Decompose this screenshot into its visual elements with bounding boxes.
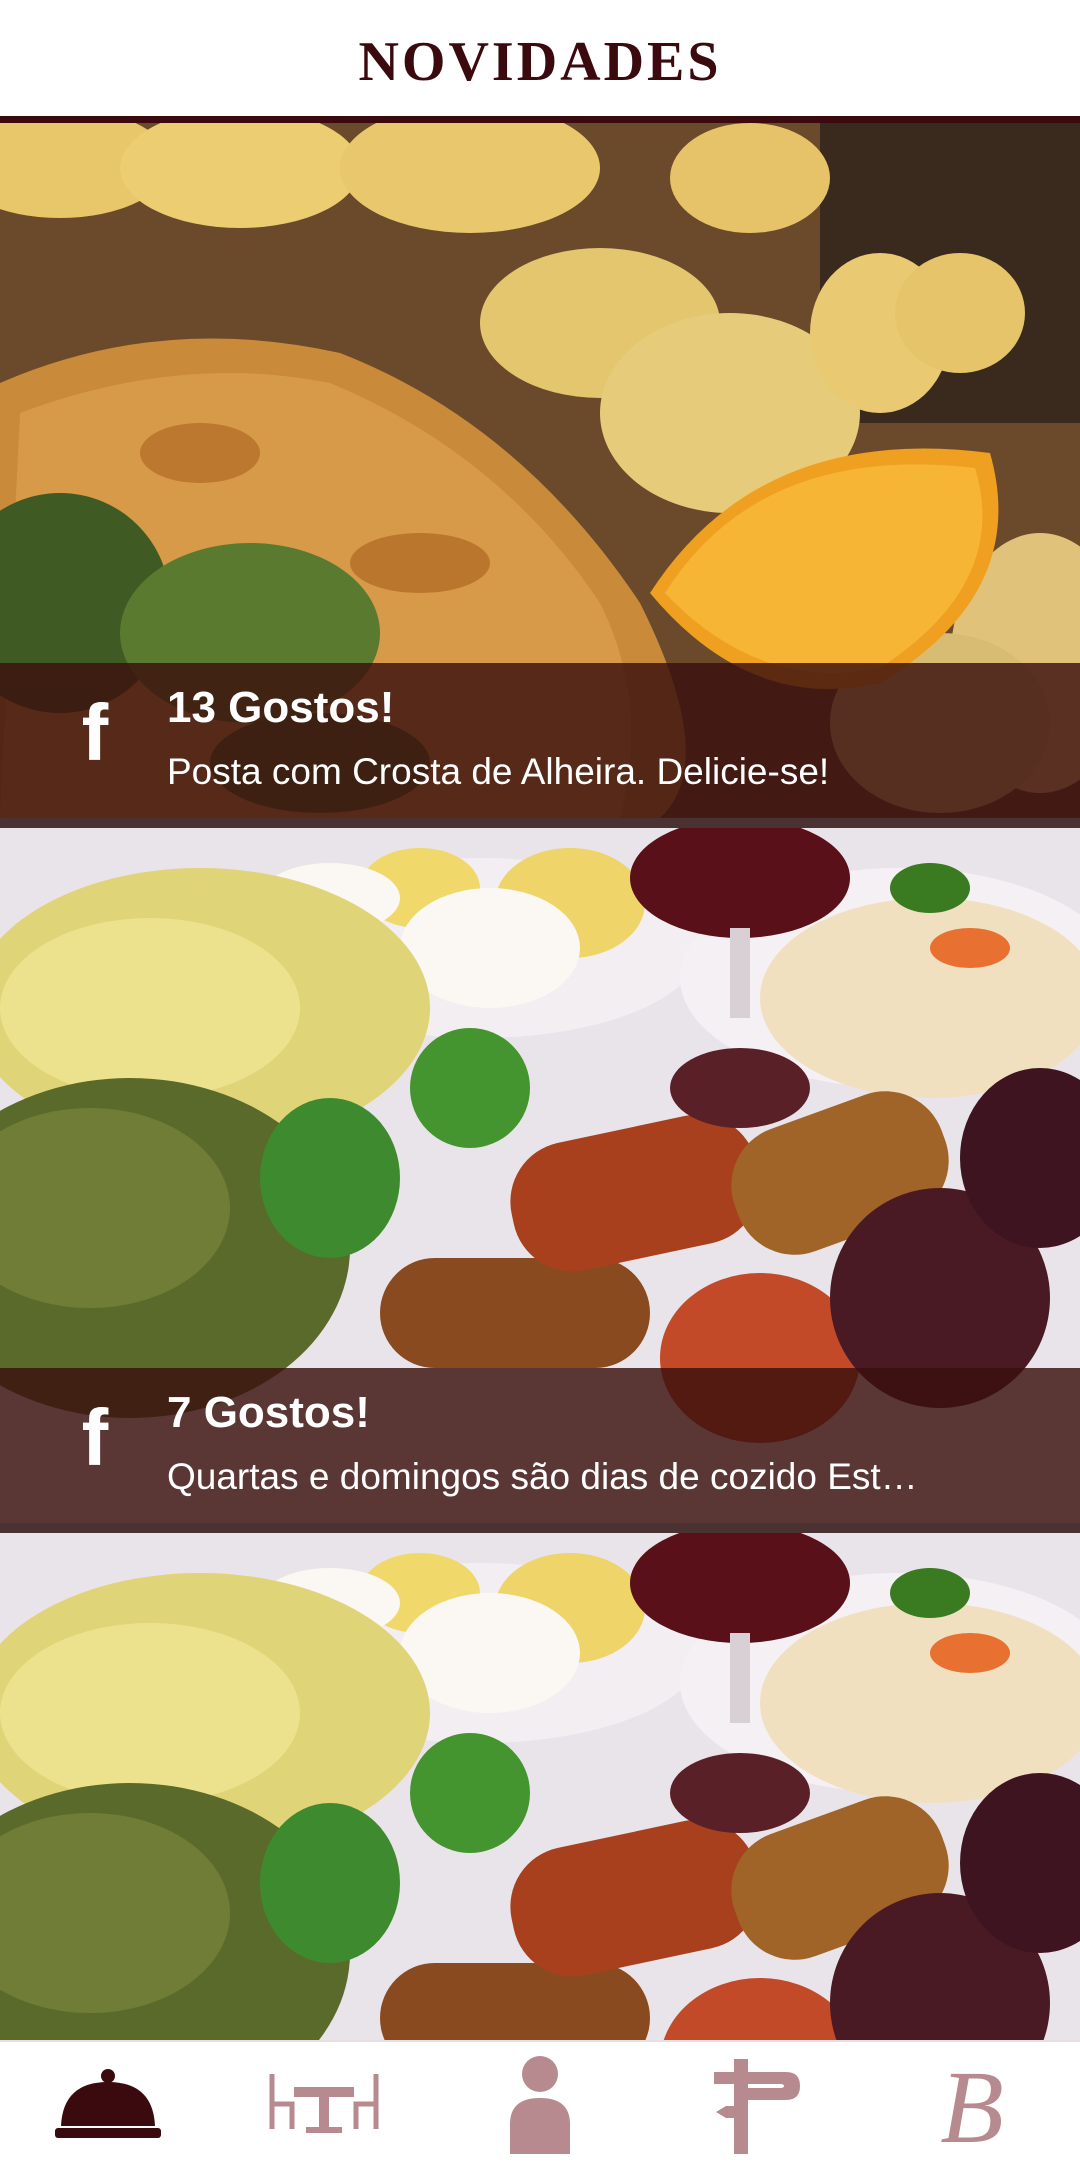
- facebook-icon: f: [81, 688, 109, 777]
- header-divider: [0, 116, 1080, 123]
- post-divider: [0, 818, 1080, 828]
- news-post[interactable]: [0, 1533, 1080, 2040]
- table-chairs-icon: [269, 2074, 379, 2133]
- news-post[interactable]: f 7 Gostos! Quartas e domingos são dias …: [0, 828, 1080, 1523]
- post-likes: 13 Gostos!: [167, 683, 395, 732]
- news-feed[interactable]: f 13 Gostos! Posta com Crosta de Alheira…: [0, 123, 1080, 2040]
- post-divider: [0, 1523, 1080, 1533]
- post-caption: f 7 Gostos! Quartas e domingos são dias …: [0, 1368, 1080, 1523]
- post-caption: f 13 Gostos! Posta com Crosta de Alheira…: [0, 663, 1080, 818]
- post-photo: [0, 1533, 1080, 2040]
- svg-text:B: B: [940, 2054, 1004, 2154]
- app-header: NOVIDADES: [0, 0, 1080, 116]
- post-message: Quartas e domingos são dias de cozido Es…: [167, 1456, 918, 1497]
- brand-b-icon: B: [940, 2054, 1004, 2154]
- post-message: Posta com Crosta de Alheira. Delicie-se!: [167, 751, 830, 792]
- news-post[interactable]: f 13 Gostos! Posta com Crosta de Alheira…: [0, 123, 1080, 818]
- tab-menu[interactable]: [216, 2042, 432, 2166]
- tab-brand[interactable]: B: [864, 2042, 1080, 2166]
- cloche-icon: [55, 2069, 161, 2138]
- tab-news[interactable]: [0, 2042, 216, 2166]
- page-title: NOVIDADES: [358, 31, 722, 93]
- facebook-icon: f: [81, 1393, 109, 1482]
- tab-directions[interactable]: [648, 2042, 864, 2166]
- post-likes: 7 Gostos!: [167, 1388, 370, 1437]
- bottom-tab-bar: B: [0, 2040, 1080, 2166]
- signpost-icon: [714, 2059, 800, 2154]
- tab-profile[interactable]: [432, 2042, 648, 2166]
- person-icon: [510, 2056, 570, 2154]
